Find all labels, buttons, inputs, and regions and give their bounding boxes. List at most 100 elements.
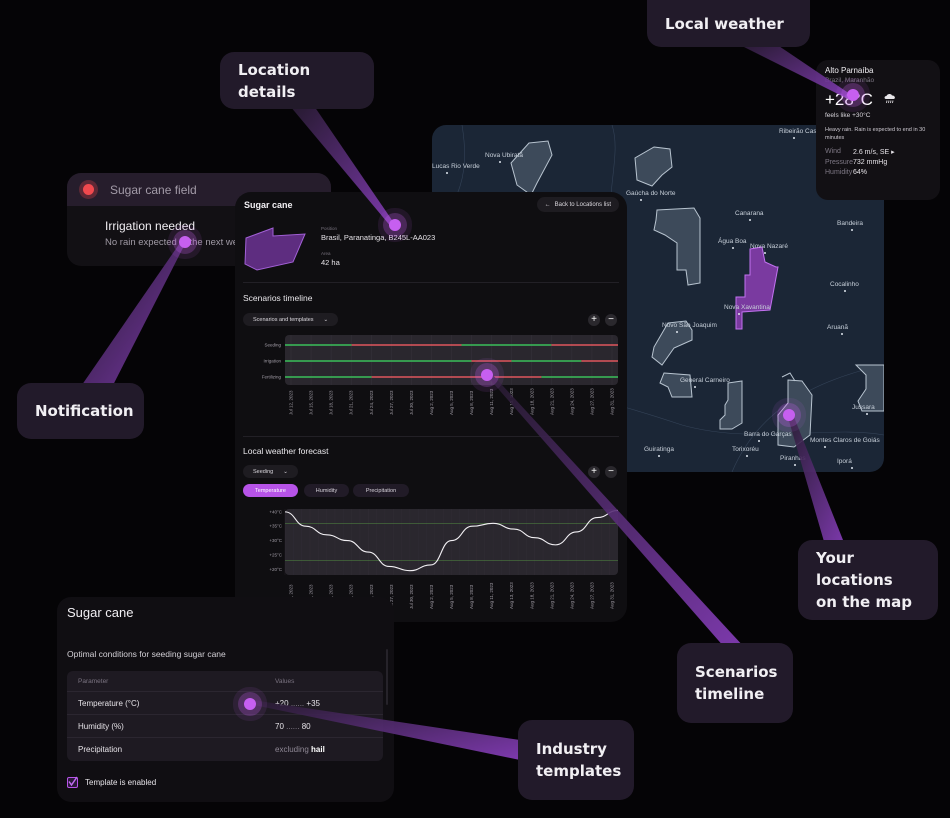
temperature-y-tick: +30°C [269,538,282,543]
location-marker-dot [389,219,401,231]
position-label: Position [321,226,338,231]
map-city-label: Montes Claros de Goiás [810,437,880,444]
timeline-tick-label: Jul 18, 2023 [329,390,334,415]
timeline-tick-label: Jul 21, 2023 [349,390,354,415]
temperature-y-tick: +25°C [269,552,282,557]
map-city-dot [749,219,751,221]
value-to: 80 [301,721,311,731]
callout-text: templates [536,762,622,780]
tab-humidity[interactable]: Humidity [304,484,349,497]
checkbox-icon [67,776,78,788]
alert-dot-icon [83,184,94,195]
temperature-y-tick: +35°C [269,524,282,529]
map-city-dot [794,464,796,466]
temperature-x-tick: Aug 2, 2023 [429,584,434,609]
table-row[interactable]: Temperature (°C) +20 ...... +35 [67,692,383,715]
weather-marker-dot [847,89,859,101]
map-city-label: General Carneiro [680,377,730,384]
tab-precipitation[interactable]: Precipitation [353,484,409,497]
back-to-locations-button[interactable]: ← Back to Locations list [536,197,619,212]
table-row[interactable]: Precipitation excluding hail [67,738,383,761]
table-header: Parameter Values [67,671,383,692]
map-city-dot [676,331,678,333]
scrollbar[interactable] [386,649,388,705]
callout-text: Industry [536,740,607,758]
weather-rows: Wind 2.6 m/s, SE ▸ Pressure 732 mmHg Humid… [825,148,931,176]
industry-template-panel: Sugar cane Optimal conditions for seedin… [57,597,394,802]
divider [243,282,619,283]
value-sep: ...... [290,698,305,708]
timeline-tick-label: Jul 24, 2023 [369,390,374,415]
map-city-dot [824,446,826,448]
position-value: Brasil, Paranatinga, B245L-AA023 [321,233,436,242]
map-city-label: Barra do Garças [744,431,792,438]
map-city-dot [851,229,853,231]
callout-industry-templates: Industry templates [518,720,634,800]
rain-cloud-icon [883,90,897,110]
map-city-label: Torixoréu [732,446,759,453]
template-enabled-checkbox[interactable]: Template is enabled [67,776,156,788]
map-city-dot [758,440,760,442]
map-city-label: Nova Ubiratã [485,152,523,159]
row-param: Precipitation [78,745,123,754]
map-city-label: Lucas Rio Verde [432,163,480,170]
row-values: +20 ...... +35 [275,699,320,708]
area-label: Area [321,251,331,256]
callout-local-weather: Local weather [647,0,810,47]
template-subtitle: Optimal conditions for seeding sugar can… [67,649,226,659]
value-sep: ...... [286,721,300,731]
scenarios-title: Scenarios timeline [243,293,313,303]
map-city-dot [746,455,748,457]
conditions-table: Parameter Values Temperature (°C) +20 ..… [67,671,383,761]
row-key: Pressure [825,159,854,166]
selected-field-polygon [735,246,779,330]
map-city-label: Água Boa [718,238,747,245]
timeline-series-label: Seeding [264,343,281,348]
map-city-dot [738,313,740,315]
zoom-out-button[interactable]: − [605,314,617,326]
map-city-label: Iporá [837,458,852,465]
value-to: hail [311,745,325,754]
temperature-x-tick: Aug 18, 2023 [529,582,534,609]
map-city-label: Piranhas [780,455,806,462]
temperature-x-tick: Aug 8, 2023 [469,584,474,609]
crop-stage-dropdown[interactable]: Seeding ⌄ [243,465,298,478]
zoom-in-button[interactable]: + [588,314,600,326]
callout-text: Notification [35,402,134,420]
callout-text: Scenarios [695,663,778,681]
map-city-dot [694,386,696,388]
scenarios-dropdown[interactable]: Scenarios and templates ⌄ [243,313,339,326]
weather-temperature: +28°C [825,90,931,110]
timeline-tick-label: Jul 12, 2023 [289,390,294,415]
temperature-x-tick: Aug 31, 2023 [610,582,615,609]
dropdown-value: Seeding [253,468,274,475]
tab-temperature[interactable]: Temperature [243,484,298,497]
weather-row-humidity: Humidity 64% [825,169,931,176]
zoom-in-button[interactable]: + [588,466,600,478]
table-row[interactable]: Humidity (%) 70 ...... 80 [67,715,383,738]
chevron-down-icon: ⌄ [323,316,329,323]
area-value: 42 ha [321,258,340,267]
timeline-tick-label: Aug 11, 2023 [489,388,494,415]
temperature-x-tick: Aug 24, 2023 [569,582,574,609]
zoom-out-button[interactable]: − [605,466,617,478]
temperature-x-tick: Jul 30, 2023 [409,584,414,609]
map-city-dot [866,413,868,415]
value-from: excluding [275,745,309,754]
timeline-tick-label: Jul 15, 2023 [309,390,314,415]
callout-text: Your locations [816,549,893,589]
map-city-dot [851,467,853,469]
value-from: 70 [275,721,284,731]
map-city-dot [793,137,795,139]
timeline-tick-label: Aug 5, 2023 [449,390,454,415]
map-city-label: Canarana [735,210,764,217]
field-polygon [510,140,553,196]
map-city-label: Nova Nazaré [750,243,788,250]
map-city-label: Nova Xavantina [724,304,770,311]
field-polygon [653,207,701,286]
temperature-x-tick: Aug 13, 2023 [509,582,514,609]
timeline-tick-label: Aug 2, 2023 [429,390,434,415]
map-city-dot [658,455,660,457]
map-city-dot [764,252,766,254]
weather-description: Heavy rain. Rain is expected to end in 3… [825,127,926,141]
